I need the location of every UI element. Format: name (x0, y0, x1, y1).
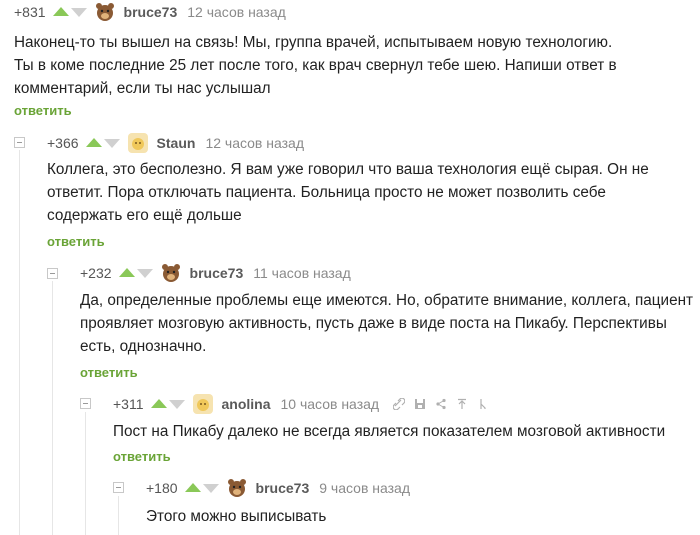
upvote-icon[interactable] (118, 262, 136, 284)
upvote-icon[interactable] (150, 393, 168, 415)
collapse-toggle[interactable] (80, 398, 91, 409)
downvote-icon[interactable] (136, 262, 154, 284)
reply-link[interactable]: ответить (14, 103, 72, 118)
rating: +232 (80, 265, 112, 281)
timestamp[interactable]: 11 часов назад (253, 265, 351, 281)
username[interactable]: bruce73 (124, 4, 178, 20)
username[interactable]: bruce73 (256, 480, 310, 496)
rating: +311 (113, 396, 144, 412)
default-avatar-icon[interactable] (127, 132, 149, 154)
text-line: комментарий, если ты нас услышал (14, 80, 271, 97)
timestamp[interactable]: 12 часов назад (187, 4, 286, 20)
rating: +831 (14, 4, 46, 20)
upvote-icon[interactable] (184, 477, 202, 499)
comment-text: Наконец-то ты вышел на связь! Мы, группа… (14, 31, 617, 100)
comment-text: Этого можно выписывать (146, 505, 326, 528)
upvote-icon[interactable] (85, 132, 103, 154)
text-line: Коллега, это бесполезно. Я вам уже говор… (47, 161, 649, 178)
username[interactable]: anolina (222, 396, 271, 412)
comment-text: Пост на Пикабу далеко не всегда является… (113, 420, 665, 443)
collapse-toggle[interactable] (14, 137, 25, 148)
comment-actions (393, 398, 498, 410)
branch-icon[interactable] (477, 398, 489, 410)
timestamp[interactable]: 10 часов назад (281, 396, 380, 412)
text-line: Ты в коме последние 25 лет после того, к… (14, 57, 617, 74)
text-line: Пост на Пикабу далеко не всегда является… (113, 423, 666, 440)
thread-rail (85, 412, 86, 535)
text-line: проявляет мозговую активность, пусть даж… (80, 315, 667, 332)
text-line: ответит. Пора отключать пациента. Больни… (47, 184, 606, 201)
comment-header: +180 bruce73 9 часов назад (146, 477, 410, 499)
parent-comment-icon[interactable] (456, 398, 468, 410)
collapse-toggle[interactable] (47, 268, 58, 279)
comment-text: Да, определенные проблемы еще имеются. Н… (80, 289, 693, 358)
reply-link[interactable]: ответить (113, 449, 171, 464)
upvote-icon[interactable] (52, 1, 70, 23)
reply-link[interactable]: ответить (47, 234, 105, 249)
share-icon[interactable] (435, 398, 447, 410)
downvote-icon[interactable] (70, 1, 88, 23)
bear-avatar-icon[interactable] (160, 262, 182, 284)
thread-rail (52, 281, 53, 535)
text-line: содержать его ещё дольше (47, 207, 242, 224)
text-line: есть, однозначно. (80, 338, 207, 355)
username[interactable]: bruce73 (190, 265, 244, 281)
bear-avatar-icon[interactable] (94, 1, 116, 23)
comment-header: +232 bruce73 11 часов назад (80, 262, 351, 284)
downvote-icon[interactable] (103, 132, 121, 154)
downvote-icon[interactable] (202, 477, 220, 499)
comment-header: +366 Staun 12 часов назад (47, 132, 304, 154)
bear-avatar-icon[interactable] (226, 477, 248, 499)
default-avatar-icon[interactable] (192, 393, 214, 415)
collapse-toggle[interactable] (113, 482, 124, 493)
thread-rail (118, 496, 119, 535)
rating: +180 (146, 480, 178, 496)
thread-rail (19, 150, 20, 535)
reply-link[interactable]: ответить (80, 365, 138, 380)
rating: +366 (47, 135, 79, 151)
text-line: Да, определенные проблемы еще имеются. Н… (80, 292, 694, 309)
save-icon[interactable] (414, 398, 426, 410)
comment-header: +311 anolina 10 часов назад (113, 393, 498, 415)
link-icon[interactable] (393, 398, 406, 410)
comment-text: Коллега, это бесполезно. Я вам уже говор… (47, 158, 649, 227)
username[interactable]: Staun (157, 135, 196, 151)
timestamp[interactable]: 9 часов назад (319, 480, 410, 496)
comment-header: +831 bruce73 12 часов назад (14, 1, 286, 23)
text-line: Наконец-то ты вышел на связь! Мы, группа… (14, 34, 613, 51)
text-line: Этого можно выписывать (146, 508, 327, 525)
timestamp[interactable]: 12 часов назад (205, 135, 304, 151)
downvote-icon[interactable] (168, 393, 186, 415)
